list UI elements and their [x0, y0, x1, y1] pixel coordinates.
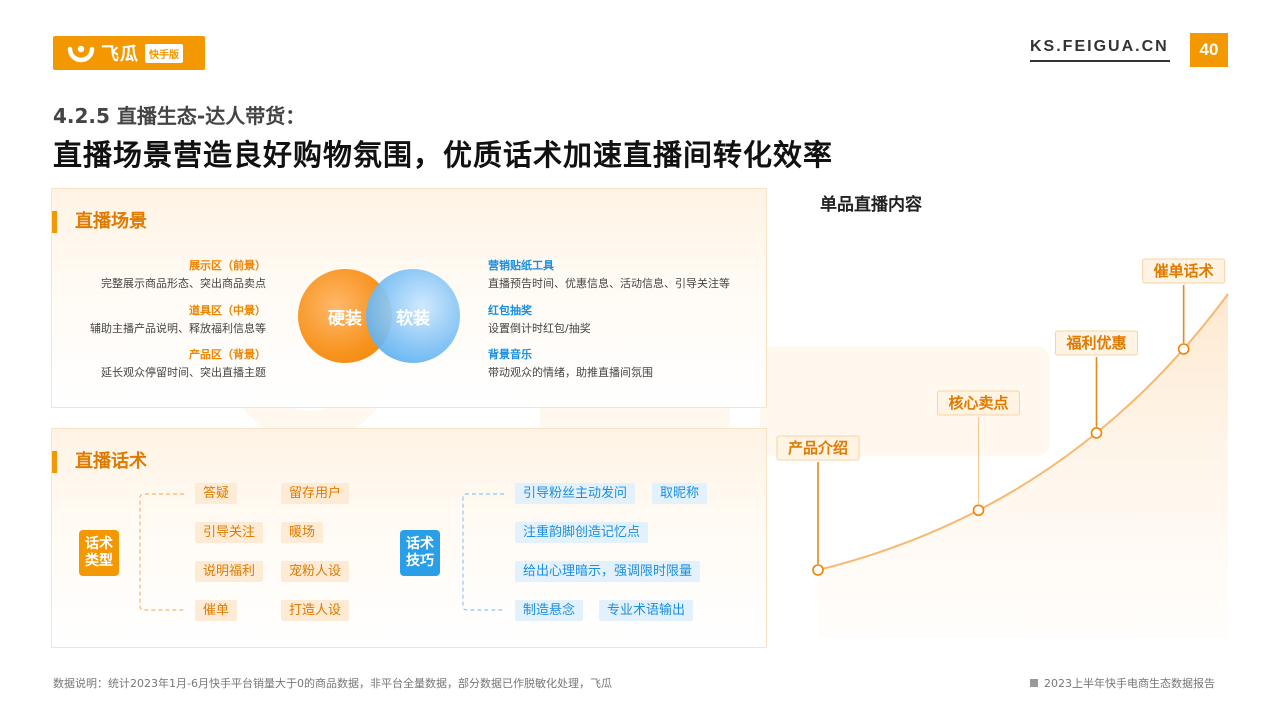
- zone-midground: 道具区（中景） 辅助主播产品说明、释放福利信息等: [46, 302, 266, 336]
- speech-type-tag: 宠粉人设: [281, 561, 350, 582]
- page-title: 直播场景营造良好购物氛围，优质话术加速直播间转化效率: [53, 138, 834, 172]
- scene-title: 直播场景: [52, 211, 147, 233]
- stage-label: 产品介绍: [788, 439, 848, 457]
- stage-label: 催单话术: [1154, 262, 1214, 280]
- stage-point: [1177, 343, 1190, 355]
- logo-mark-icon: [67, 45, 95, 63]
- report-title: 2023上半年快手电商生态数据报告: [1044, 677, 1215, 690]
- live-scene-panel: 直播场景 展示区（前景） 完整展示商品形态、突出商品卖点 道具区（中景） 辅助主…: [51, 188, 767, 408]
- section-label: 4.2.5 直播生态-达人带货：: [53, 104, 306, 128]
- speech-skill-tag: 专业术语输出: [599, 600, 694, 621]
- single-product-chart: 产品介绍 核心卖点 福利优惠 催单话术: [776, 258, 1229, 638]
- speech-type-tag: 说明福利: [195, 561, 264, 582]
- speech-skill-tag: 注重韵脚创造记忆点: [515, 522, 649, 543]
- speech-skill-tag: 取昵称: [652, 483, 708, 504]
- soft-decor-label: 软装: [396, 308, 430, 329]
- soft-decor-circle: 软装: [366, 269, 460, 363]
- logo-name: 飞瓜: [101, 44, 139, 65]
- zone-desc: 延长观众停留时间、突出直播主题: [101, 366, 266, 379]
- zone-desc: 完整展示商品形态、突出商品卖点: [101, 277, 266, 290]
- live-speech-panel: 直播话术 话术 类型 答疑 留存用户 引导关注 暖场 说明福利 宠粉人设 催单 打…: [51, 428, 767, 648]
- speech-type-tag: 暖场: [281, 522, 324, 543]
- speech-type-tag: 催单: [195, 600, 238, 621]
- speech-skill-tag: 引导粉丝主动发问: [515, 483, 636, 504]
- stage-point: [972, 504, 985, 517]
- square-icon: [1030, 679, 1038, 687]
- tool-stickers: 营销贴纸工具 直播预告时间、优惠信息、活动信息、引导关注等: [488, 257, 768, 291]
- stage-point: [1090, 427, 1103, 439]
- speech-type-tag: 引导关注: [195, 522, 264, 543]
- tool-redpacket: 红包抽奖 设置倒计时红包/抽奖: [488, 302, 768, 336]
- zone-background: 产品区（背景） 延长观众停留时间、突出直播主题: [46, 346, 266, 380]
- tool-title: 红包抽奖: [488, 304, 532, 317]
- speech-skill-tag: 制造悬念: [515, 600, 584, 621]
- speech-type-tag: 答疑: [195, 483, 238, 504]
- stage-label: 福利优惠: [1065, 334, 1126, 352]
- zone-desc: 辅助主播产品说明、释放福利信息等: [90, 322, 266, 335]
- speech-skill-tag: 给出心理暗示，强调限时限量: [515, 561, 701, 582]
- zone-foreground: 展示区（前景） 完整展示商品形态、突出商品卖点: [46, 257, 266, 291]
- stage-label: 核心卖点: [948, 394, 1008, 412]
- tool-music: 背景音乐 带动观众的情绪，助推直播间氛围: [488, 346, 768, 380]
- tool-title: 营销贴纸工具: [488, 259, 554, 272]
- tool-desc: 带动观众的情绪，助推直播间氛围: [488, 366, 653, 379]
- zone-title: 道具区（中景）: [189, 304, 266, 317]
- speech-type-tag: 留存用户: [281, 483, 350, 504]
- hard-soft-venn: 硬装 软装: [288, 265, 474, 373]
- stage-point: [812, 564, 824, 576]
- speech-types-box: 话术 类型: [79, 530, 119, 576]
- chart-title: 单品直播内容: [820, 195, 922, 215]
- chart-area: [818, 294, 1228, 638]
- report-name: 2023上半年快手电商生态数据报告: [1030, 675, 1215, 691]
- hard-decor-label: 硬装: [328, 308, 362, 329]
- zone-title: 产品区（背景）: [189, 348, 266, 361]
- speech-type-tag: 打造人设: [281, 600, 350, 621]
- speech-skills-box: 话术 技巧: [400, 530, 440, 576]
- tool-desc: 设置倒计时红包/抽奖: [488, 322, 591, 335]
- tool-desc: 直播预告时间、优惠信息、活动信息、引导关注等: [488, 277, 730, 290]
- tool-title: 背景音乐: [488, 348, 532, 361]
- logo-badge: 快手版: [145, 43, 183, 63]
- zone-title: 展示区（前景）: [189, 259, 266, 272]
- page-number: 40: [1190, 33, 1228, 67]
- feigua-logo: 飞瓜 快手版: [53, 36, 205, 70]
- chart-stage: 产品介绍: [776, 435, 860, 576]
- data-footnote: 数据说明：统计2023年1月-6月快手平台销量大于0的商品数据，非平台全量数据，…: [53, 677, 612, 690]
- site-url: KS.FEIGUA.CN: [1030, 38, 1170, 62]
